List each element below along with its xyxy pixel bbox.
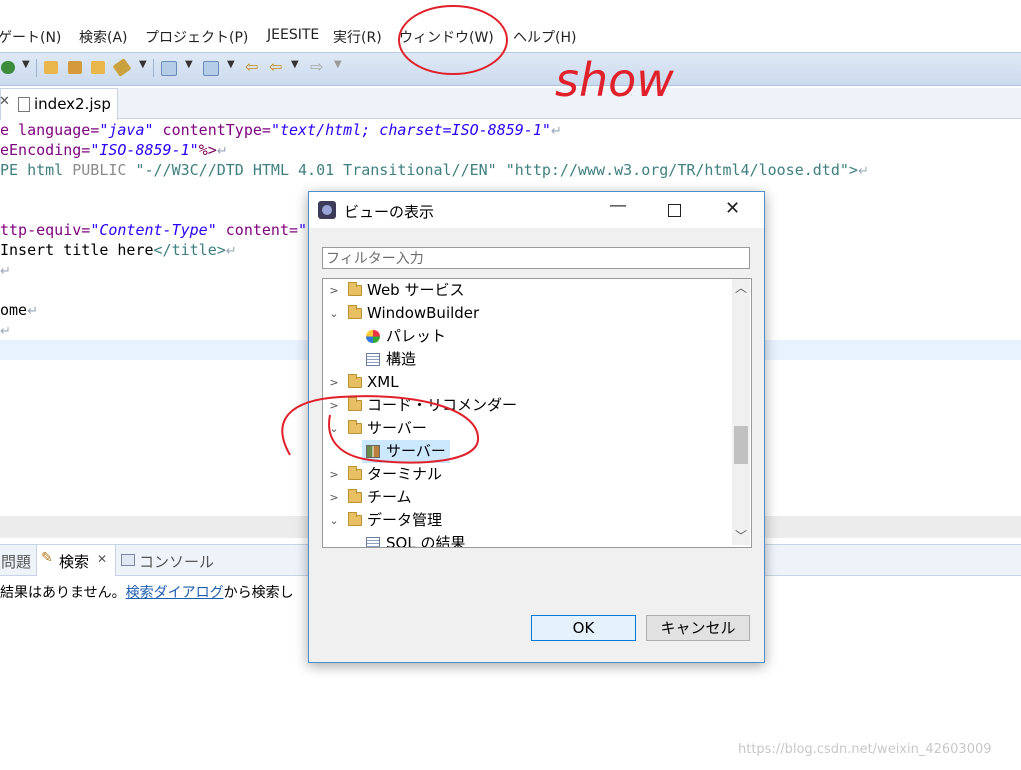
annotation-show-text: show xyxy=(555,53,674,107)
watermark: https://blog.csdn.net/weixin_42603009 xyxy=(738,742,992,757)
annotation-circle-server xyxy=(281,395,480,464)
annotation-layer: show xyxy=(281,5,674,464)
annotation-circle-window-menu xyxy=(398,5,508,75)
